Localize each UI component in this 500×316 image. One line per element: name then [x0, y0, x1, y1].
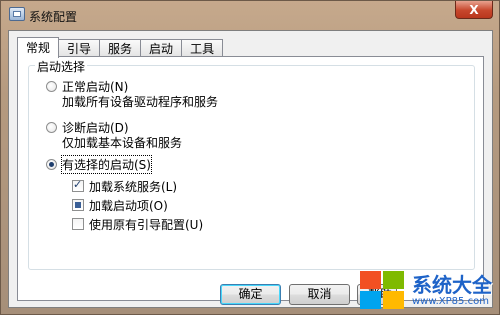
- site-watermark: 系统大全 www.XP85.com: [360, 269, 500, 316]
- use-original-boot-config-checkbox[interactable]: [72, 218, 84, 230]
- load-startup-items-checkbox[interactable]: [72, 199, 84, 211]
- tab-services[interactable]: 服务: [99, 39, 142, 57]
- window-title: 系统配置: [29, 10, 78, 24]
- tab-strip: 常规 引导 服务 启动 工具: [17, 37, 224, 58]
- tab-startup[interactable]: 启动: [140, 39, 183, 57]
- diagnostic-startup-desc: 仅加载基本设备和服务: [62, 136, 183, 150]
- load-startup-items-label[interactable]: 加载启动项(O): [89, 197, 168, 214]
- load-system-services-checkbox[interactable]: [72, 178, 84, 192]
- title-bar[interactable]: 系统配置 X: [1, 1, 499, 29]
- tab-boot[interactable]: 引导: [58, 39, 101, 57]
- normal-startup-radio[interactable]: [46, 81, 57, 92]
- watermark-url: www.XP85.com: [412, 296, 489, 307]
- general-tab-panel: 启动选择 正常启动(N) 加载所有设备驱动程序和服务 诊断启动(D) 仅加载基本…: [17, 56, 484, 301]
- tab-general[interactable]: 常规: [17, 37, 60, 58]
- close-button[interactable]: X: [455, 1, 493, 19]
- load-system-services-label[interactable]: 加载系统服务(L): [89, 178, 177, 195]
- tab-tools[interactable]: 工具: [181, 39, 224, 57]
- normal-startup-desc: 加载所有设备驱动程序和服务: [62, 95, 219, 109]
- watermark-brand: 系统大全: [412, 273, 492, 297]
- ok-button[interactable]: 确定: [220, 284, 281, 305]
- dialog-body: 常规 引导 服务 启动 工具 启动选择 正常启动(N) 加载所有设备驱动程序和服…: [8, 30, 493, 308]
- group-title: 启动选择: [35, 58, 88, 75]
- cancel-button[interactable]: 取消: [289, 284, 350, 305]
- windows-logo-icon: [360, 271, 406, 311]
- selective-startup-radio[interactable]: [46, 159, 57, 170]
- system-config-window: 系统配置 X 常规 引导 服务 启动 工具 启动选择 正常启动(N) 加载所有设…: [0, 0, 500, 315]
- app-icon: [9, 7, 25, 21]
- selective-startup-label[interactable]: 有选择的启动(S): [61, 155, 152, 174]
- diagnostic-startup-radio[interactable]: [46, 122, 57, 133]
- use-original-boot-config-label[interactable]: 使用原有引导配置(U): [89, 216, 203, 233]
- startup-selection-group: 启动选择 正常启动(N) 加载所有设备驱动程序和服务 诊断启动(D) 仅加载基本…: [28, 58, 475, 270]
